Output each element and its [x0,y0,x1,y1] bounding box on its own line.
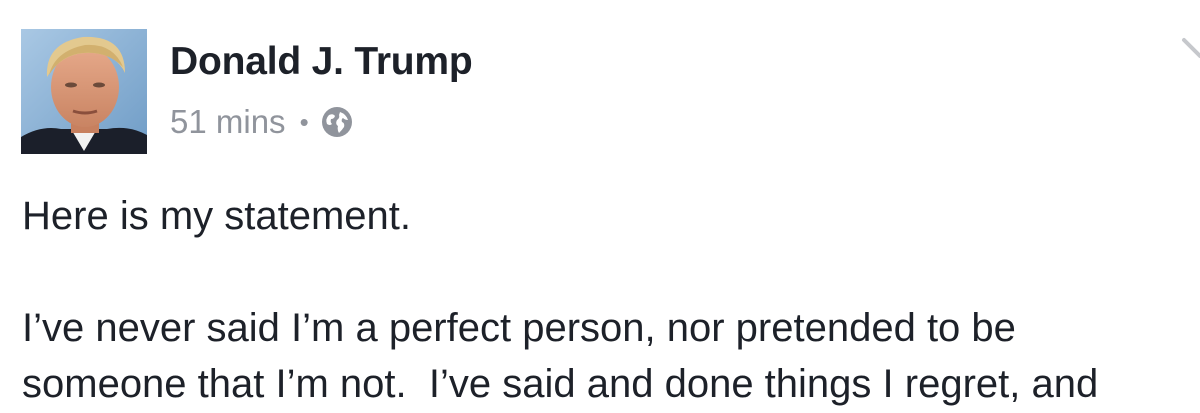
meta-separator: • [299,106,309,137]
chevron-down-icon[interactable] [1181,34,1200,70]
avatar-portrait [21,29,147,154]
author-avatar[interactable] [21,29,147,154]
post-paragraph: Here is my statement. [22,194,412,238]
facebook-post: Donald J. Trump 51 mins • Here is my sta… [0,0,1200,413]
author-name[interactable]: Donald J. Trump [170,40,473,84]
post-body: Here is my statement. I’ve never said I’… [22,188,1192,412]
post-paragraph: I’ve never said I’m a perfect person, no… [22,306,1099,406]
globe-icon[interactable] [321,106,353,138]
post-meta: 51 mins • [170,102,353,142]
post-timestamp[interactable]: 51 mins [170,103,286,141]
